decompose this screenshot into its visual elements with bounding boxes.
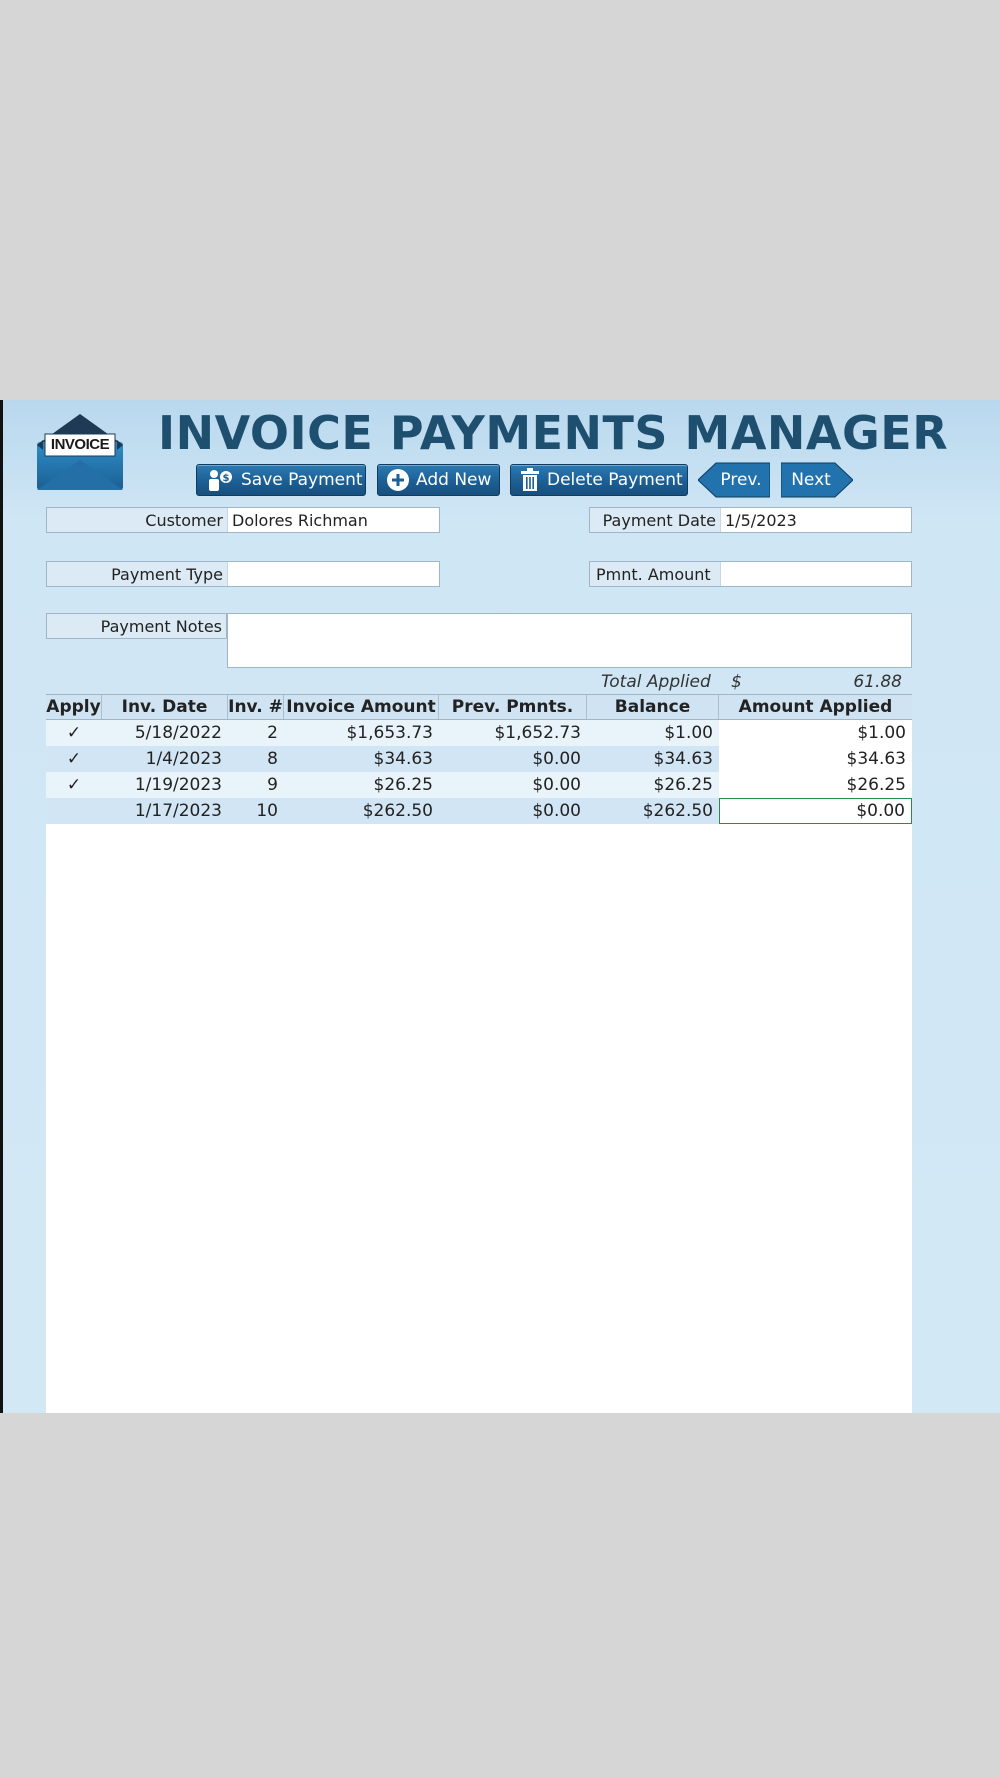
prev-label: Prev. bbox=[720, 470, 762, 490]
app-title: INVOICE PAYMENTS MANAGER bbox=[158, 406, 949, 460]
save-payment-icon: $ bbox=[205, 468, 235, 492]
invoice-amount-cell: $34.63 bbox=[373, 749, 433, 769]
total-applied-value: 61.88 bbox=[853, 672, 902, 692]
save-payment-label: Save Payment bbox=[241, 470, 363, 490]
inv-date-cell: 1/19/2023 bbox=[134, 775, 222, 795]
invoice-amount-cell: $26.25 bbox=[373, 775, 433, 795]
inv-num-cell: 9 bbox=[267, 775, 278, 795]
payment-amount-field-group: Pmnt. Amount bbox=[589, 561, 912, 587]
payment-type-field-group: Payment Type bbox=[46, 561, 440, 587]
payment-amount-input[interactable] bbox=[721, 562, 911, 586]
svg-text:$: $ bbox=[223, 473, 230, 484]
payment-notes-label: Payment Notes bbox=[46, 613, 227, 639]
table-row[interactable]: ✓ 5/18/2022 2 $1,653.73 $1,652.73 $1.00 … bbox=[46, 720, 912, 746]
trash-icon bbox=[519, 468, 541, 492]
inv-num-cell: 8 bbox=[267, 749, 278, 769]
amount-applied-input[interactable]: $1.00 bbox=[719, 720, 912, 746]
inv-num-cell: 10 bbox=[256, 801, 278, 821]
prev-payments-cell: $0.00 bbox=[532, 749, 581, 769]
col-amount-applied[interactable]: Amount Applied bbox=[719, 695, 912, 719]
inv-date-cell: 1/17/2023 bbox=[134, 801, 222, 821]
balance-cell: $34.63 bbox=[653, 749, 713, 769]
prev-button[interactable]: Prev. bbox=[698, 462, 770, 498]
invoice-amount-cell: $262.50 bbox=[362, 801, 433, 821]
col-balance[interactable]: Balance bbox=[587, 695, 719, 719]
balance-cell: $26.25 bbox=[653, 775, 713, 795]
payment-date-input[interactable]: 1/5/2023 bbox=[721, 508, 911, 532]
logo-text: INVOICE bbox=[50, 436, 110, 453]
amount-applied-input[interactable]: $26.25 bbox=[719, 772, 912, 798]
prev-payments-cell: $1,652.73 bbox=[494, 723, 581, 743]
save-payment-button[interactable]: $ Save Payment bbox=[196, 464, 366, 496]
balance-cell: $1.00 bbox=[664, 723, 713, 743]
col-inv-num[interactable]: Inv. # bbox=[228, 695, 284, 719]
customer-input[interactable]: Dolores Richman bbox=[228, 508, 439, 532]
inv-date-cell: 1/4/2023 bbox=[145, 749, 222, 769]
table-row[interactable]: ✓ 1/4/2023 8 $34.63 $0.00 $34.63 $34.63 bbox=[46, 746, 912, 772]
col-invoice-amount[interactable]: Invoice Amount bbox=[284, 695, 439, 719]
invoice-table: Apply Inv. Date Inv. # Invoice Amount Pr… bbox=[46, 694, 912, 1413]
prev-payments-cell: $0.00 bbox=[532, 775, 581, 795]
add-new-label: Add New bbox=[416, 470, 492, 490]
apply-check[interactable]: ✓ bbox=[46, 720, 102, 746]
next-label: Next bbox=[791, 470, 831, 490]
col-prev-payments[interactable]: Prev. Pmnts. bbox=[439, 695, 587, 719]
payment-amount-label: Pmnt. Amount bbox=[590, 562, 721, 586]
payment-notes-input[interactable] bbox=[227, 613, 912, 668]
table-header: Apply Inv. Date Inv. # Invoice Amount Pr… bbox=[46, 694, 912, 720]
inv-num-cell: 2 bbox=[267, 723, 278, 743]
add-new-button[interactable]: Add New bbox=[377, 464, 500, 496]
total-applied-label: Total Applied bbox=[601, 672, 711, 692]
invoice-amount-cell: $1,653.73 bbox=[346, 723, 433, 743]
balance-cell: $262.50 bbox=[642, 801, 713, 821]
apply-check[interactable]: ✓ bbox=[46, 746, 102, 772]
customer-label: Customer bbox=[47, 508, 228, 532]
next-button[interactable]: Next bbox=[781, 462, 853, 498]
apply-check[interactable]: ✓ bbox=[46, 772, 102, 798]
invoice-payments-window: INVOICE INVOICE PAYMENTS MANAGER $ Save … bbox=[0, 400, 1000, 1413]
table-row[interactable]: ✓ 1/19/2023 9 $26.25 $0.00 $26.25 $26.25 bbox=[46, 772, 912, 798]
delete-payment-button[interactable]: Delete Payment bbox=[510, 464, 688, 496]
prev-payments-cell: $0.00 bbox=[532, 801, 581, 821]
delete-payment-label: Delete Payment bbox=[547, 470, 683, 490]
plus-circle-icon bbox=[386, 468, 410, 492]
amount-applied-input[interactable]: $34.63 bbox=[719, 746, 912, 772]
table-row[interactable]: 1/17/2023 10 $262.50 $0.00 $262.50 $0.00 bbox=[46, 798, 912, 824]
apply-check[interactable] bbox=[46, 798, 102, 824]
invoice-logo: INVOICE bbox=[33, 410, 127, 494]
payment-date-field-group: Payment Date 1/5/2023 bbox=[589, 507, 912, 533]
col-apply[interactable]: Apply bbox=[46, 695, 102, 719]
total-applied-currency: $ bbox=[731, 672, 742, 692]
payment-date-label: Payment Date bbox=[590, 508, 721, 532]
payment-type-label: Payment Type bbox=[47, 562, 228, 586]
customer-field-group: Customer Dolores Richman bbox=[46, 507, 440, 533]
payment-type-input[interactable] bbox=[228, 562, 439, 586]
col-inv-date[interactable]: Inv. Date bbox=[102, 695, 228, 719]
inv-date-cell: 5/18/2022 bbox=[134, 723, 222, 743]
amount-applied-input-active[interactable]: $0.00 bbox=[719, 798, 912, 824]
